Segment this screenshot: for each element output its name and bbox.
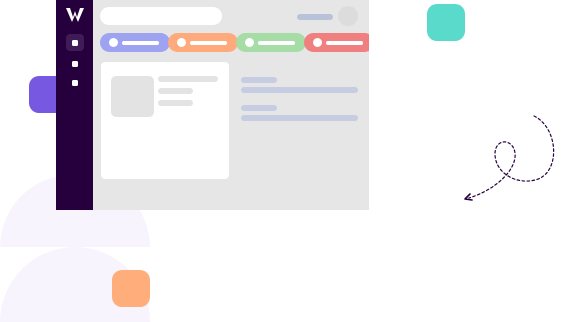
w-logo-icon: [66, 8, 84, 22]
detail-text-1-placeholder: [241, 87, 358, 93]
orange-square-decoration: [112, 270, 150, 307]
avatar[interactable]: [338, 6, 358, 26]
tab-2-label-placeholder: [190, 41, 227, 45]
tab-4-label-placeholder: [326, 41, 363, 45]
card-subtitle-placeholder: [158, 88, 193, 94]
sidebar: [56, 0, 93, 210]
app-window-mockup: [56, 0, 369, 210]
search-bar-placeholder[interactable]: [100, 7, 222, 25]
tab-4[interactable]: [304, 33, 369, 52]
detail-heading-2-placeholder: [241, 105, 277, 111]
dashed-loop-arrow-icon: [464, 115, 555, 201]
illustration-canvas: [0, 0, 567, 322]
card-title-placeholder: [158, 76, 218, 82]
tab-1[interactable]: [100, 33, 170, 52]
sidebar-item-2-icon[interactable]: [72, 61, 78, 67]
tab-1-dot-icon: [109, 38, 118, 47]
tab-3-label-placeholder: [258, 41, 295, 45]
content-card[interactable]: [101, 62, 229, 179]
sidebar-item-3-icon[interactable]: [72, 80, 78, 86]
sidebar-item-1-icon: [72, 40, 78, 46]
tab-1-label-placeholder: [122, 41, 159, 45]
detail-heading-1-placeholder: [241, 77, 277, 83]
tab-4-dot-icon: [313, 38, 322, 47]
detail-text-2-placeholder: [241, 115, 358, 121]
tab-3[interactable]: [236, 33, 306, 52]
card-meta-placeholder: [158, 100, 193, 106]
header-text-placeholder: [297, 14, 333, 20]
teal-square-decoration: [427, 4, 465, 41]
tab-2-dot-icon: [177, 38, 186, 47]
card-thumbnail-placeholder: [111, 76, 154, 117]
tab-2[interactable]: [168, 33, 238, 52]
tab-3-dot-icon: [245, 38, 254, 47]
